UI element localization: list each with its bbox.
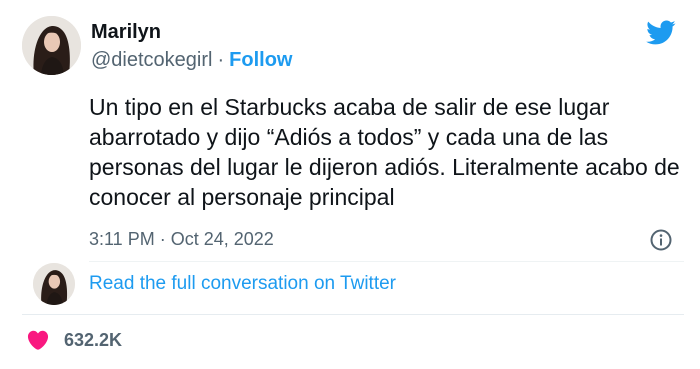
avatar-portrait-image — [22, 16, 81, 75]
follow-button[interactable]: Follow — [229, 48, 292, 72]
tweet-text: Un tipo en el Starbucks acaba de salir d… — [89, 94, 680, 210]
author-handle-row: @dietcokegirl · Follow — [91, 48, 292, 72]
handle-separator: · — [217, 49, 225, 71]
conversation-avatar[interactable] — [33, 263, 75, 305]
heart-icon[interactable] — [26, 328, 50, 352]
author-avatar[interactable] — [22, 16, 81, 75]
divider — [22, 314, 684, 315]
divider — [89, 261, 684, 262]
tweet-timestamp[interactable]: 3:11 PM · Oct 24, 2022 — [89, 227, 274, 251]
like-count: 632.2K — [64, 330, 123, 350]
tweet-card: Marilyn @dietcokegirl · Follow Un tipo e… — [0, 0, 700, 369]
avatar-portrait-image — [33, 263, 75, 305]
like-button[interactable]: 632.2K — [26, 328, 122, 352]
info-icon[interactable] — [649, 228, 673, 252]
author-name[interactable]: Marilyn — [91, 20, 161, 44]
author-handle[interactable]: @dietcokegirl — [91, 48, 212, 72]
read-conversation-link[interactable]: Read the full conversation on Twitter — [89, 272, 396, 296]
twitter-bird-icon[interactable] — [645, 17, 676, 48]
